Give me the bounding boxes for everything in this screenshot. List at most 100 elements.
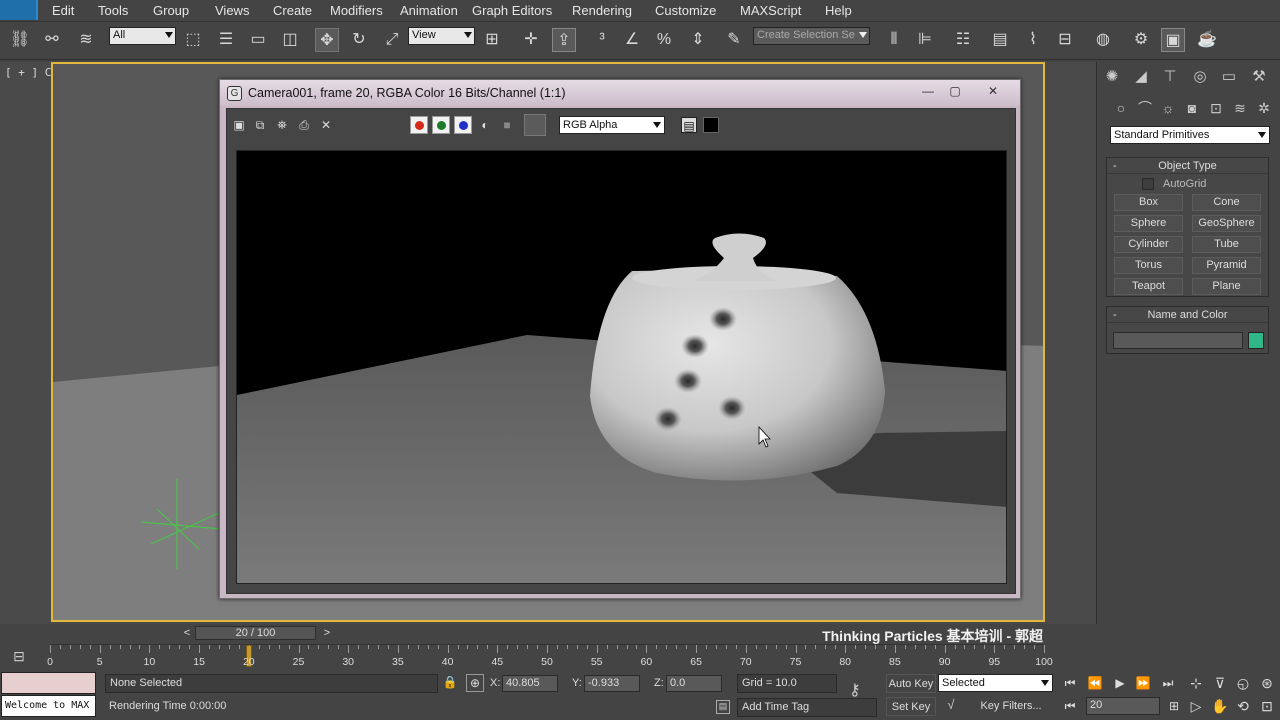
zoom-all-icon[interactable]: ⊽ [1209, 673, 1231, 693]
maxscript-listener-pink[interactable] [1, 672, 96, 694]
clone-window-icon[interactable]: ⛯ [274, 117, 290, 133]
selection-filter-dropdown[interactable]: All [109, 27, 176, 45]
menu-maxscript[interactable]: MAXScript [740, 3, 801, 18]
time-config-icon[interactable]: ⊞ [1164, 697, 1184, 715]
absolute-mode-icon[interactable]: ⊕ [466, 674, 484, 692]
create-tab-icon[interactable]: ✺ [1101, 66, 1123, 88]
key-mode-toggle-icon[interactable]: ⏮ [1060, 697, 1080, 715]
spinner-snap-icon[interactable]: ⇕ [686, 28, 710, 52]
select-manipulate-icon[interactable]: ✛ [519, 28, 543, 52]
mini-curve-editor-icon[interactable]: ⊟ [8, 648, 30, 666]
go-to-end-icon[interactable]: ⏭ [1158, 674, 1178, 692]
name-color-header[interactable]: - Name and Color [1107, 307, 1268, 323]
scale-icon[interactable]: ⤢ [380, 28, 404, 52]
named-selection-sets-dropdown[interactable]: Create Selection Se [753, 27, 870, 45]
minimize-icon[interactable]: — [916, 83, 940, 99]
menu-rendering[interactable]: Rendering [572, 3, 632, 18]
prev-frame-arrow-icon[interactable]: < [180, 626, 194, 640]
link-icon[interactable]: ⛓ [8, 28, 32, 52]
render-setup-icon[interactable]: ⚙ [1129, 28, 1153, 52]
set-key-button[interactable]: Set Key [886, 697, 936, 716]
rendered-image[interactable] [236, 150, 1007, 584]
edit-named-selection-icon[interactable]: ✎ [722, 28, 746, 52]
roll-camera-icon[interactable]: ⊛ [1256, 673, 1278, 693]
schematic-view-icon[interactable]: ⊟ [1053, 28, 1077, 52]
geosphere-button[interactable]: GeoSphere [1192, 215, 1261, 232]
copy-image-icon[interactable]: ⧉ [252, 117, 268, 133]
sphere-button[interactable]: Sphere [1114, 215, 1183, 232]
pivot-center-icon[interactable]: ⊞ [480, 28, 504, 52]
menu-help[interactable]: Help [825, 3, 852, 18]
percent-snap-icon[interactable]: % [652, 28, 676, 52]
maxscript-listener-white[interactable]: Welcome to MAX [1, 695, 96, 717]
align-icon[interactable]: ⊫ [913, 28, 937, 52]
modify-tab-icon[interactable]: ◢ [1130, 66, 1152, 88]
keyboard-shortcut-override-icon[interactable]: ⇪ [552, 28, 576, 52]
helpers-icon[interactable]: ⊡ [1206, 98, 1226, 118]
layer-manager-icon[interactable]: ☷ [951, 28, 975, 52]
menu-animation[interactable]: Animation [400, 3, 458, 18]
next-frame-arrow-icon[interactable]: > [320, 626, 334, 640]
unlink-icon[interactable]: ⚯ [40, 28, 64, 52]
lock-selection-icon[interactable]: 🔒 [442, 675, 458, 691]
maximize-icon[interactable]: ▢ [943, 83, 967, 99]
print-image-icon[interactable]: ⎙ [296, 117, 312, 133]
rendered-frame-window-icon[interactable]: ▣ [1161, 28, 1185, 52]
current-frame-input[interactable]: 20 [1086, 697, 1160, 715]
toggle-ui-overlay-icon[interactable]: ▤ [681, 117, 697, 133]
shapes-icon[interactable]: ⌒ [1135, 98, 1155, 118]
pyramid-button[interactable]: Pyramid [1192, 257, 1261, 274]
autogrid-checkbox[interactable] [1142, 178, 1154, 190]
menu-edit[interactable]: Edit [52, 3, 74, 18]
track-bar[interactable]: 0 5 10 15 20 25 30 35 40 45 50 55 60 65 70 75 80 85 90 95 10… [47, 644, 1053, 668]
object-name-input[interactable] [1113, 332, 1243, 349]
display-tab-icon[interactable]: ▭ [1218, 66, 1240, 88]
display-channel-dropdown[interactable]: RGB Alpha [559, 116, 665, 134]
object-type-header[interactable]: - Object Type [1107, 158, 1268, 174]
menu-tools[interactable]: Tools [98, 3, 128, 18]
next-frame-icon[interactable]: ⏩ [1133, 674, 1153, 692]
select-object-icon[interactable]: ⬚ [181, 28, 205, 52]
utilities-tab-icon[interactable]: ⚒ [1248, 66, 1270, 88]
teapot-button[interactable]: Teapot [1114, 278, 1183, 295]
z-coordinate-input[interactable]: 0.0 [666, 675, 722, 692]
geometry-icon[interactable]: ○ [1111, 98, 1131, 118]
menu-customize[interactable]: Customize [655, 3, 716, 18]
green-channel-toggle[interactable] [432, 116, 450, 134]
render-window-titlebar[interactable]: G Camera001, frame 20, RGBA Color 16 Bit… [220, 80, 1020, 106]
x-coordinate-input[interactable]: 40.805 [502, 675, 558, 692]
key-filters-button[interactable]: Key Filters... [968, 697, 1054, 716]
field-of-view-icon[interactable]: ▷ [1185, 696, 1207, 716]
material-editor-icon[interactable]: ◍ [1091, 28, 1115, 52]
clear-image-icon[interactable]: ✕ [318, 117, 334, 133]
menu-modifiers[interactable]: Modifiers [330, 3, 383, 18]
menu-group[interactable]: Group [153, 3, 189, 18]
tube-button[interactable]: Tube [1192, 236, 1261, 253]
close-icon[interactable]: ✕ [978, 83, 1008, 99]
save-image-icon[interactable]: ▣ [231, 117, 247, 133]
key-mode-dropdown[interactable]: Selected [938, 674, 1053, 692]
zoom-icon[interactable]: ⊹ [1185, 673, 1207, 693]
blue-channel-toggle[interactable] [454, 116, 472, 134]
curve-editor-icon[interactable]: ⌇ [1021, 28, 1045, 52]
pan-icon[interactable]: ✋ [1209, 696, 1231, 716]
plane-button[interactable]: Plane [1192, 278, 1261, 295]
app-logo-icon[interactable] [0, 0, 38, 20]
menu-views[interactable]: Views [215, 3, 249, 18]
angle-snap-icon[interactable]: ∠ [620, 28, 644, 52]
hierarchy-tab-icon[interactable]: ⊤ [1159, 66, 1181, 88]
cone-button[interactable]: Cone [1192, 194, 1261, 211]
window-crossing-icon[interactable]: ◫ [278, 28, 302, 52]
render-production-icon[interactable]: ☕ [1195, 28, 1219, 52]
color-swatch[interactable] [524, 114, 546, 136]
spacewarps-icon[interactable]: ≋ [1230, 98, 1250, 118]
background-color-icon[interactable] [703, 117, 719, 133]
monochrome-icon[interactable]: ■ [499, 117, 515, 133]
object-color-swatch[interactable] [1248, 332, 1264, 349]
object-category-dropdown[interactable]: Standard Primitives [1110, 126, 1270, 144]
snaps-toggle-icon[interactable]: ³ [590, 28, 614, 52]
lights-icon[interactable]: ☼ [1158, 98, 1178, 118]
time-slider[interactable]: 20 / 100 [195, 626, 316, 640]
previous-frame-icon[interactable]: ⏪ [1085, 674, 1105, 692]
orbit-camera-icon[interactable]: ◵ [1232, 673, 1254, 693]
